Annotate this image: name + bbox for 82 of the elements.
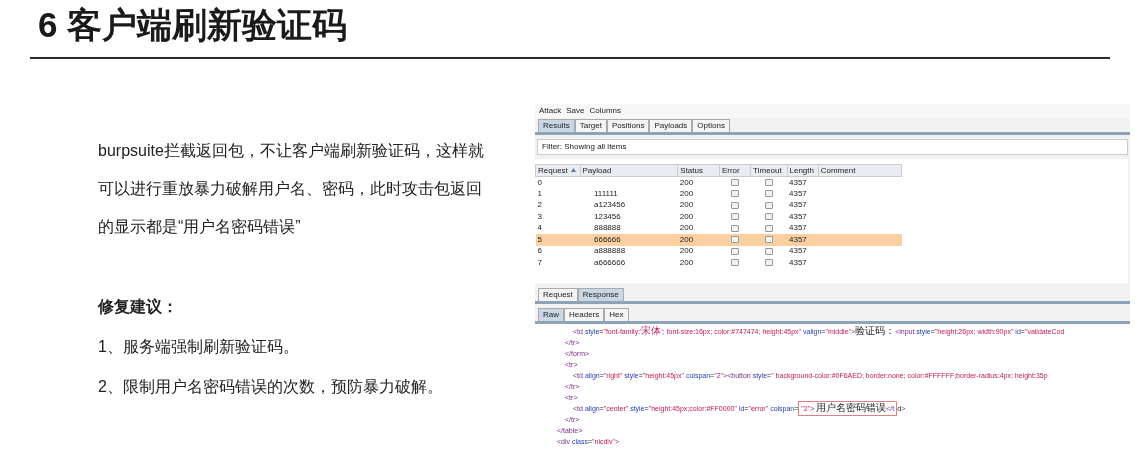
table-cell: 200 [679,234,694,244]
table-row[interactable]: 1 111111 200 4357 [535,188,902,200]
checkbox[interactable] [764,213,773,221]
table-cell: 6 [537,246,542,256]
table-row[interactable]: 6 a888888 200 4357 [535,245,902,257]
table-cell: 4357 [789,246,807,256]
column-header[interactable]: Length [787,164,819,177]
column-header[interactable]: Timeout [750,164,787,177]
table-cell: 200 [679,257,694,267]
table-row[interactable]: 4 888888 200 4357 [535,222,902,234]
tab[interactable]: Request [538,288,578,301]
menu-item[interactable]: Save [566,106,585,116]
table-cell: 4357 [789,257,807,267]
sort-ascending-icon [570,168,576,173]
tab[interactable]: Positions [606,119,650,132]
column-header[interactable]: Status [677,164,720,177]
checkbox[interactable] [731,236,739,244]
tab[interactable]: Raw [538,308,564,321]
advice-item: 2、限制用户名密码错误的次数，预防暴力破解。 [98,377,444,397]
table-cell: 0 [537,177,542,187]
checkbox[interactable] [764,247,773,255]
table-row[interactable]: 2 a123456 200 4357 [535,199,902,211]
table-cell: 4357 [789,188,807,198]
table-cell: 1 [537,188,542,198]
tab[interactable]: Headers [564,308,605,321]
table-cell: a888888 [594,246,626,256]
table-cell: 111111 [594,188,618,198]
table-cell: 4357 [789,211,807,221]
table-cell: 200 [679,188,694,198]
menu-item[interactable]: Attack [539,106,562,116]
table-cell: 4 [537,223,542,233]
checkbox[interactable] [764,190,773,198]
table-cell: 888888 [594,223,621,233]
table-cell: 123456 [594,211,621,221]
table-cell: 2 [537,200,542,210]
table-cell: 200 [679,223,694,233]
checkbox[interactable] [764,259,773,267]
tab[interactable]: Response [577,288,624,301]
tab[interactable]: Results [538,119,575,132]
advice-heading: 修复建议： [98,297,179,317]
slide-title: 6 客户端刷新验证码 [37,4,349,46]
table-cell: 4357 [789,223,807,233]
table-row[interactable]: 5 666666 200 4357 [535,234,902,246]
tab[interactable]: Hex [604,308,629,321]
table-row[interactable]: 7 a666666 200 4357 [535,257,902,269]
table-cell: 200 [679,211,694,221]
slide-paragraph: burpsuite拦截返回包，不让客户端刷新验证码，这样就可以进行重放暴力破解用户名、密码，此时攻击包返回的显示都是“用户名密码错误” [98,141,485,237]
checkbox[interactable] [764,224,773,232]
checkbox[interactable] [764,178,773,186]
checkbox[interactable] [731,247,739,255]
table-row[interactable]: 3 123456 200 4357 [535,211,902,223]
filter-bar[interactable]: Filter: Showing all items [537,139,1128,155]
table-row[interactable]: 0 200 4357 [535,176,902,188]
tab[interactable]: Options [692,119,730,132]
table-cell: 4357 [789,177,807,187]
table-cell: 4357 [789,200,807,210]
table-cell: 200 [679,177,694,187]
checkbox[interactable] [731,224,739,232]
table-cell: 200 [679,246,694,256]
checkbox[interactable] [731,178,739,186]
column-label: Request [538,165,568,175]
tab[interactable]: Target [574,119,607,132]
table-cell: 7 [537,257,542,267]
table-cell: a666666 [594,257,626,267]
table-cell: a123456 [594,200,626,210]
checkbox[interactable] [731,213,739,221]
table-cell: 4357 [789,234,807,244]
table-cell: 666666 [594,234,621,244]
table-cell: 5 [537,234,542,244]
menu-item[interactable]: Columns [589,106,622,116]
tab[interactable]: Payloads [649,119,693,132]
checkbox[interactable] [731,190,739,198]
column-header[interactable]: Comment [818,164,902,177]
advice-item: 1、服务端强制刷新验证码。 [98,337,300,357]
checkbox[interactable] [731,259,739,267]
column-header[interactable]: Payload [580,164,678,177]
table-cell: 3 [537,211,542,221]
checkbox[interactable] [764,201,773,209]
checkbox[interactable] [731,201,739,209]
table-cell: 200 [679,200,694,210]
checkbox[interactable] [764,236,773,244]
column-header[interactable]: Error [719,164,751,177]
